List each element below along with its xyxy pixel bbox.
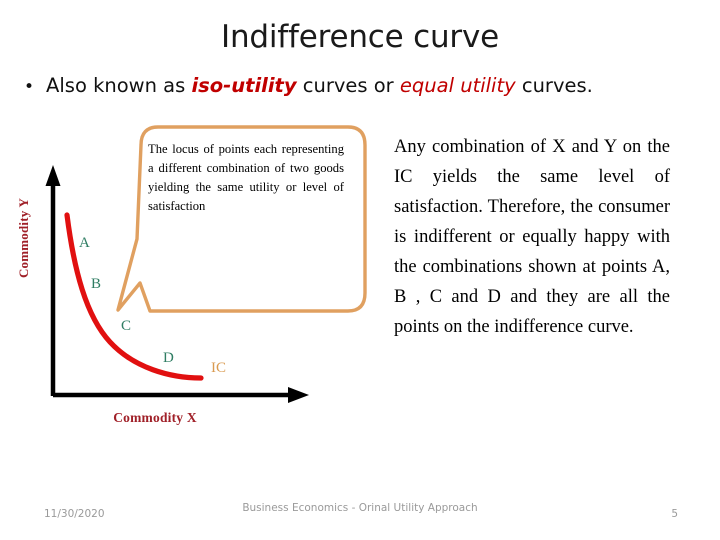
bullet-text-part2: curves or: [296, 74, 400, 97]
bullet-emphasis-iso-utility: iso-utility: [191, 74, 297, 97]
slide: Indifference curve • Also known as iso-u…: [0, 0, 720, 540]
callout-text: The locus of points each representing a …: [148, 142, 344, 214]
page-title: Indifference curve: [221, 19, 499, 55]
y-axis: [45, 165, 61, 396]
x-axis: [53, 387, 309, 403]
slide-footer: 11/30/2020 Business Economics - Orinal U…: [0, 496, 720, 540]
bullet-item: • Also known as iso-utility curves or eq…: [24, 74, 704, 97]
curve-point-label-b: B: [91, 276, 102, 292]
curve-point-label-a: A: [79, 235, 90, 251]
footer-title: Business Economics - Orinal Utility Appr…: [242, 502, 478, 514]
footer-page-number: 5: [671, 508, 678, 520]
callout-bubble: The locus of points each representing a …: [110, 120, 380, 325]
curve-label-ic: IC: [211, 360, 226, 376]
bullet-emphasis-equal-utility: equal utility: [399, 74, 516, 97]
bullet-text: Also known as iso-utility curves or equa…: [46, 74, 593, 97]
bullet-text-part1: Also known as: [46, 74, 192, 97]
bullet-marker-icon: •: [24, 77, 35, 97]
footer-date: 11/30/2020: [44, 508, 105, 520]
x-axis-label: Commodity X: [113, 410, 197, 425]
curve-point-label-d: D: [163, 350, 174, 366]
body-paragraph: Any combination of X and Y on the IC yie…: [394, 137, 670, 337]
y-axis-label: Commodity Y: [16, 197, 31, 279]
bullet-text-part3: curves.: [515, 74, 593, 97]
